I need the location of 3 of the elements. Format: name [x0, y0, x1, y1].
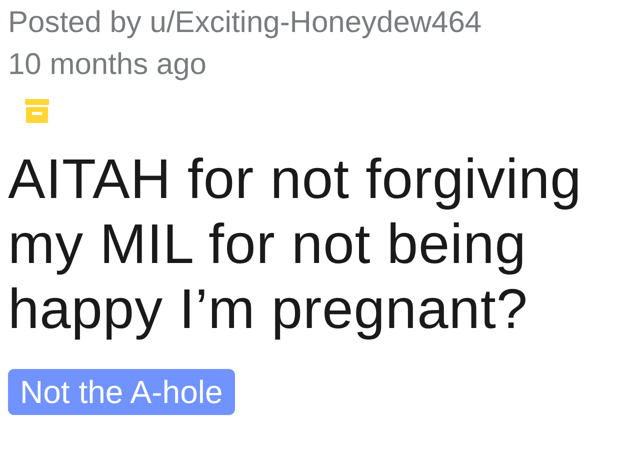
post-title[interactable]: AITAH for not forgiving my MIL for not being happy I’m pregnant? — [8, 146, 638, 341]
post-time: 10 months ago — [8, 47, 206, 83]
author-line: Posted by u/Exciting-Honeydew464 — [8, 5, 482, 41]
